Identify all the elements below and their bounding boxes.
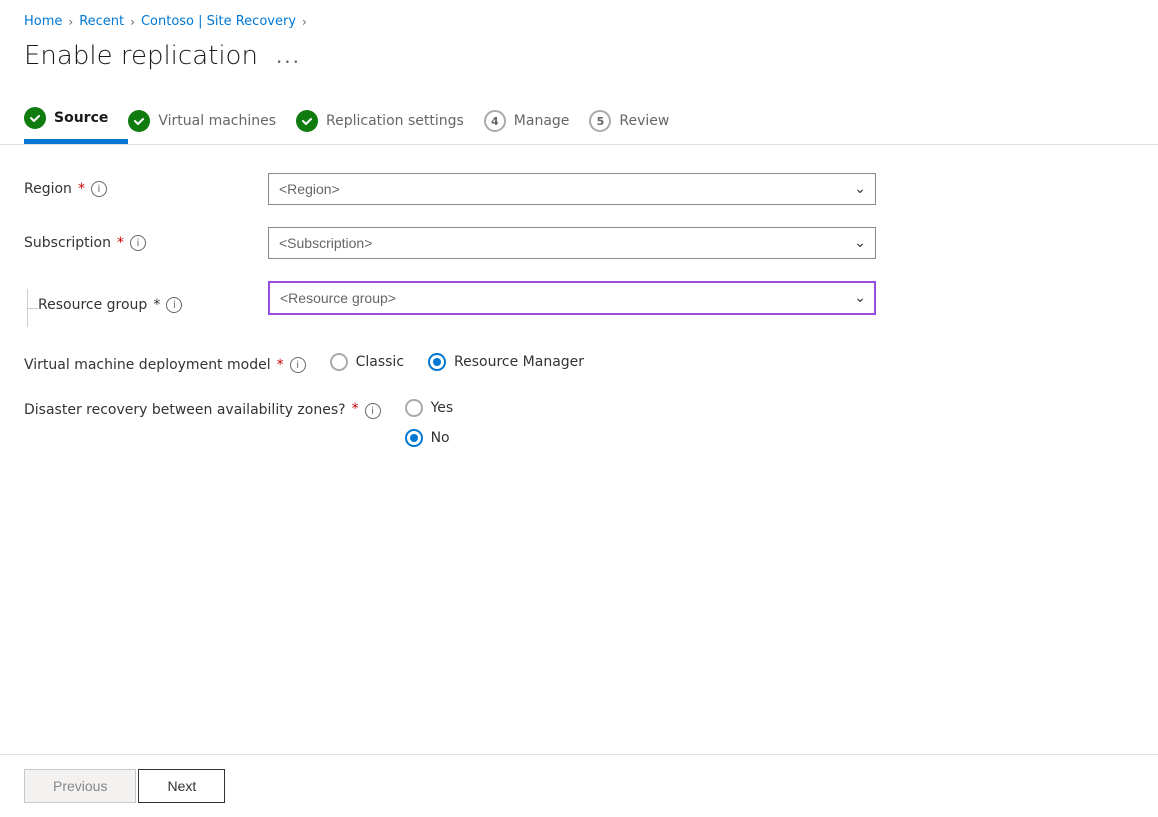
step-source-label: Source [54, 110, 108, 126]
resource-group-label-wrapper: Resource group * i [24, 281, 244, 327]
resource-group-required: * [153, 297, 160, 313]
resource-group-select-wrapper: <Resource group> ⌄ [268, 281, 876, 315]
page-header: Enable replication ... [0, 37, 1158, 95]
subscription-select[interactable]: <Subscription> [268, 227, 876, 259]
deployment-model-control: Classic Resource Manager [330, 349, 876, 371]
resource-group-info-icon[interactable]: i [166, 297, 182, 313]
subscription-required: * [117, 235, 124, 251]
region-row: Region * i <Region> ⌄ [24, 173, 876, 205]
resource-group-row: Resource group * i <Resource group> ⌄ [24, 281, 876, 327]
breadcrumb: Home › Recent › Contoso | Site Recovery … [0, 0, 1158, 37]
subscription-info-icon[interactable]: i [130, 235, 146, 251]
subscription-row: Subscription * i <Subscription> ⌄ [24, 227, 876, 259]
disaster-recovery-radio-group: Yes No [405, 395, 876, 447]
next-button[interactable]: Next [138, 769, 225, 803]
breadcrumb-sep-3: › [302, 15, 307, 29]
breadcrumb-home[interactable]: Home [24, 14, 62, 29]
step-manage-icon: 4 [484, 110, 506, 132]
step-manage-label: Manage [514, 113, 570, 129]
subscription-select-wrapper: <Subscription> ⌄ [268, 227, 876, 259]
deployment-resource-manager-radio[interactable] [428, 353, 446, 371]
breadcrumb-site-recovery[interactable]: Contoso | Site Recovery [141, 14, 296, 29]
region-select[interactable]: <Region> [268, 173, 876, 205]
page-title: Enable replication [24, 41, 258, 71]
disaster-recovery-no-dot [410, 434, 418, 442]
deployment-model-required: * [277, 357, 284, 373]
deployment-model-radio-group: Classic Resource Manager [330, 349, 876, 371]
deployment-model-row: Virtual machine deployment model * i Cla… [24, 349, 876, 373]
deployment-resource-manager-dot [433, 358, 441, 366]
disaster-recovery-yes-option[interactable]: Yes [405, 399, 876, 417]
subscription-control: <Subscription> ⌄ [268, 227, 876, 259]
step-replication-label: Replication settings [326, 113, 464, 129]
region-select-wrapper: <Region> ⌄ [268, 173, 876, 205]
disaster-recovery-label: Disaster recovery between availability z… [24, 395, 381, 421]
step-review[interactable]: 5 Review [589, 98, 689, 144]
disaster-recovery-control: Yes No [405, 395, 876, 447]
breadcrumb-recent[interactable]: Recent [79, 14, 124, 29]
deployment-model-label: Virtual machine deployment model * i [24, 349, 306, 373]
bottom-bar: Previous Next [0, 754, 1158, 817]
region-control: <Region> ⌄ [268, 173, 876, 205]
deployment-resource-manager-option[interactable]: Resource Manager [428, 353, 584, 371]
deployment-classic-radio[interactable] [330, 353, 348, 371]
step-replication-settings[interactable]: Replication settings [296, 98, 484, 144]
breadcrumb-sep-1: › [68, 15, 73, 29]
resource-group-select[interactable]: <Resource group> [268, 281, 876, 315]
disaster-recovery-info-icon[interactable]: i [365, 403, 381, 419]
step-review-label: Review [619, 113, 669, 129]
breadcrumb-sep-2: › [130, 15, 135, 29]
deployment-classic-option[interactable]: Classic [330, 353, 404, 371]
region-label: Region * i [24, 173, 244, 197]
more-actions-button[interactable]: ... [270, 42, 307, 70]
step-manage[interactable]: 4 Manage [484, 98, 590, 144]
subscription-label: Subscription * i [24, 227, 244, 251]
resource-group-indent-label: Resource group * i [38, 289, 182, 313]
step-virtual-machines[interactable]: Virtual machines [128, 98, 296, 144]
deployment-model-info-icon[interactable]: i [290, 357, 306, 373]
resource-group-control: <Resource group> ⌄ [268, 281, 876, 315]
step-replication-icon [296, 110, 318, 132]
step-source[interactable]: Source [24, 95, 128, 144]
disaster-recovery-no-radio[interactable] [405, 429, 423, 447]
step-review-icon: 5 [589, 110, 611, 132]
disaster-recovery-no-option[interactable]: No [405, 429, 876, 447]
disaster-recovery-yes-radio[interactable] [405, 399, 423, 417]
step-vms-label: Virtual machines [158, 113, 276, 129]
disaster-recovery-required: * [352, 401, 359, 417]
region-info-icon[interactable]: i [91, 181, 107, 197]
step-vms-icon [128, 110, 150, 132]
steps-nav: Source Virtual machines Replication sett… [0, 95, 1158, 145]
form-area: Region * i <Region> ⌄ Subscription * i <… [0, 145, 900, 497]
region-required: * [78, 181, 85, 197]
step-source-icon [24, 107, 46, 129]
disaster-recovery-row: Disaster recovery between availability z… [24, 395, 876, 447]
previous-button[interactable]: Previous [24, 769, 136, 803]
